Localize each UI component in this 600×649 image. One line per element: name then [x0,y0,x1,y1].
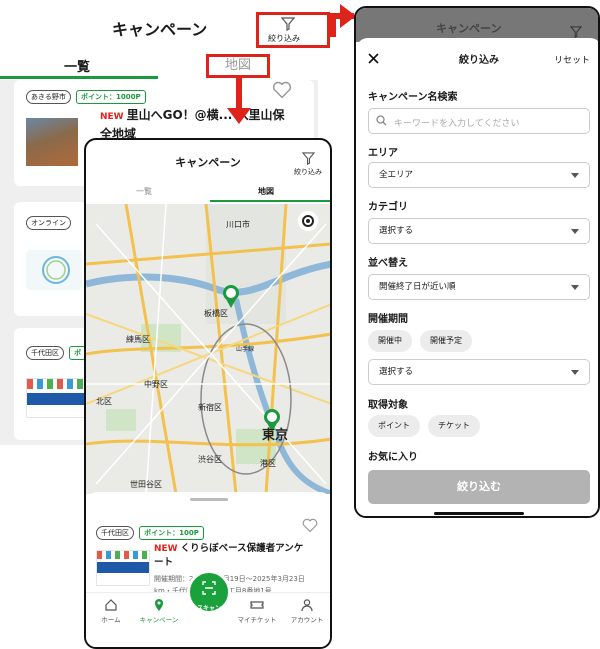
period-label: 開催期間 [368,314,408,325]
heart-icon[interactable] [272,81,292,99]
map-label: 板橋区 [204,309,228,318]
ticket-icon [250,601,264,609]
tab-ticket[interactable]: マイチケット [232,598,282,624]
current-location-icon[interactable] [298,211,318,231]
map-label: 北区 [96,397,112,406]
tab-home[interactable]: ホーム [86,598,136,624]
tab-map[interactable]: 地図 [258,186,274,197]
chevron-down-icon [571,229,579,234]
phone-map-screen: キャンペーン 絞り込み 一覧 地図 川口市 板橋区 練馬区 中野区 新宿区 渋谷… [84,138,332,649]
chevron-down-icon [571,285,579,290]
card-title: NEW くりらぼベース保護者アンケート [154,543,304,568]
apply-filter-button[interactable]: 絞り込む [368,470,590,504]
campaign-thumbnail [26,118,78,166]
map-label: 山手線 [236,346,255,353]
area-badge: オンライン [26,216,71,230]
account-icon [301,599,313,612]
area-badge: あきる野市 [26,90,71,104]
map-label: 港区 [260,459,276,468]
sheet-handle[interactable] [190,498,228,501]
campaign-thumbnail [26,378,86,418]
map-pin-icon [155,599,163,611]
filter-icon [570,26,582,38]
heart-icon[interactable] [302,518,318,533]
target-chip-tickets[interactable]: チケット [428,415,480,437]
bg-page-title: キャンペーン [112,20,208,39]
tab-indicator [210,200,330,202]
map-label: 川口市 [226,220,250,229]
map-label: 中野区 [144,380,168,389]
target-label: 取得対象 [368,400,408,411]
search-icon [376,115,387,126]
bg-tab-list[interactable]: 一覧 [64,56,90,75]
home-indicator [434,512,524,515]
chevron-down-icon [571,173,579,178]
map-label: 練馬区 [126,335,150,344]
sort-select[interactable]: 開催終了日が近い順 [368,274,590,300]
filter-button-label[interactable]: 絞り込み [294,167,322,177]
bg-filter-label: 絞り込み [268,34,300,43]
scan-icon [202,581,216,595]
bg-tab-indicator [0,76,158,79]
area-label: エリア [368,148,398,159]
sort-label: 並べ替え [368,258,408,269]
map-label: 新宿区 [198,403,222,412]
area-badge: 千代田区 [26,346,64,360]
campaign-thumbnail [96,550,150,586]
filter-panel-screen: キャンペーン 絞り込み リセット キャンペーン名検索 キーワードを入力してくださ… [354,6,600,518]
period-chip-upcoming[interactable]: 開催予定 [420,330,472,352]
chevron-down-icon [571,370,579,375]
category-select[interactable]: 選択する [368,218,590,244]
map-view[interactable]: 川口市 板橋区 練馬区 中野区 新宿区 渋谷区 世田谷区 港区 東京 北区 山手… [86,204,330,494]
tab-list[interactable]: 一覧 [136,186,152,197]
area-badge: 千代田区 [96,526,134,540]
filter-icon[interactable] [302,152,315,165]
campaign-thumbnail [26,250,82,290]
filter-icon [281,17,295,31]
category-label: カテゴリ [368,202,408,213]
area-select[interactable]: 全エリア [368,162,590,188]
map-label: 渋谷区 [198,455,222,464]
tab-account[interactable]: アカウント [282,598,330,624]
period-chip-ongoing[interactable]: 開催中 [368,330,412,352]
card-badges: 千代田区 ポイント：100P [96,520,204,540]
target-chip-points[interactable]: ポイント [368,415,420,437]
points-badge: ポイント：1000P [75,90,146,104]
search-placeholder: キーワードを入力してください [394,119,520,129]
tab-campaign[interactable]: キャンペーン [134,598,184,624]
scan-label: スキャン [196,605,221,612]
favorite-label: お気に入り [368,452,418,463]
map-label: 世田谷区 [130,480,162,489]
map-label: 東京 [262,428,289,443]
reset-button[interactable]: リセット [554,53,590,66]
points-badge: ポイント：100P [139,526,204,540]
dimmed-page-title: キャンペーン [436,22,502,35]
card-date: 開催期間：2024年12月19日〜2025年3月23日 [154,575,305,583]
bg-tab-map[interactable]: 地図 [206,54,270,78]
period-select[interactable]: 選択する [368,359,590,385]
home-icon [105,599,117,611]
name-search-label: キャンペーン名検索 [368,92,458,103]
